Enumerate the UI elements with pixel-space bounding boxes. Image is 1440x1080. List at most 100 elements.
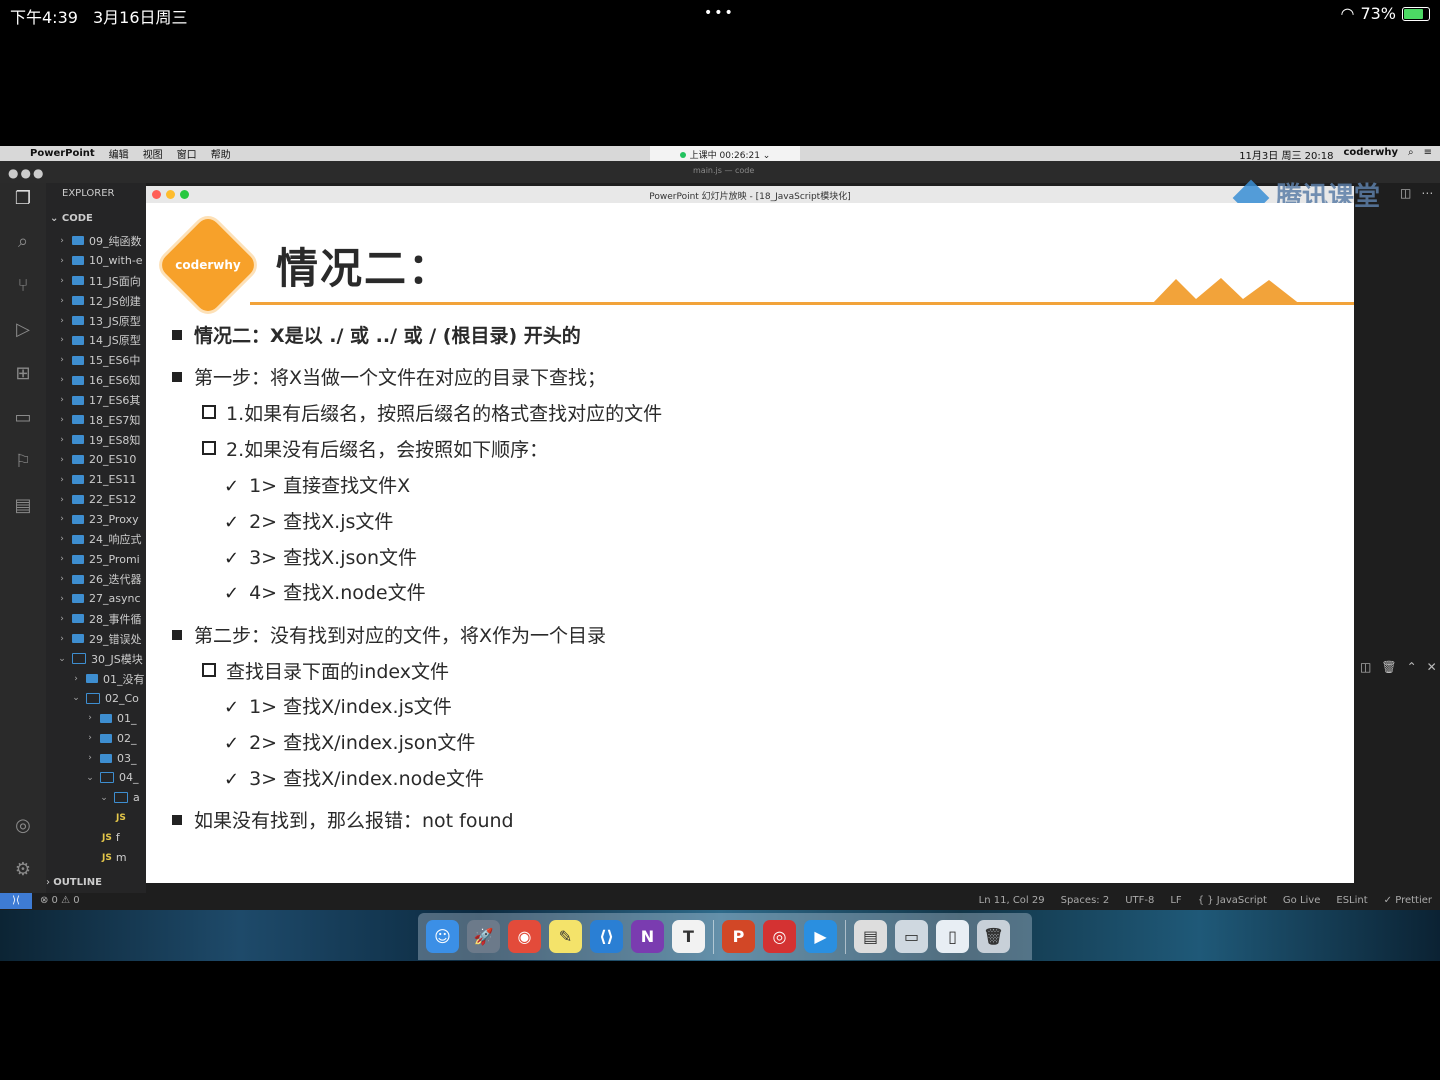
menu-edit[interactable]: 编辑 [109, 146, 129, 161]
tree-item-label: 26_迭代器 [89, 573, 142, 587]
tree-item[interactable]: › 09_纯函数 [46, 231, 145, 251]
eol[interactable]: LF [1170, 895, 1181, 906]
problems-indicator[interactable]: ⊗ 0 ⚠ 0 [40, 895, 80, 906]
slide-line: 如果没有找到，那么报错：not found [172, 806, 514, 833]
tree-item[interactable]: › 12_JS创建 [46, 291, 145, 311]
slide-line-text: 1> 直接查找文件X [249, 475, 411, 497]
multitask-dots[interactable]: ••• [704, 5, 735, 21]
trash-icon[interactable]: 🗑 [977, 920, 1010, 953]
chevron-right-icon: › [60, 275, 64, 286]
tree-item[interactable]: › 11_JS面向 [46, 271, 145, 291]
files-icon[interactable]: ❐ [12, 188, 34, 210]
tree-item[interactable]: › 14_JS原型 [46, 330, 145, 350]
document-icon[interactable]: ▯ [936, 920, 969, 953]
tree-item[interactable]: JS m [46, 848, 145, 868]
chevron-up-icon[interactable]: ⌃ [1407, 660, 1417, 674]
tree-item[interactable]: › 03_ [46, 748, 145, 768]
menu-window[interactable]: 窗口 [177, 146, 197, 161]
onenote-icon[interactable]: N [631, 920, 664, 953]
chevron-right-icon: › [60, 335, 64, 346]
cursor-position[interactable]: Ln 11, Col 29 [979, 895, 1045, 906]
menu-help[interactable]: 帮助 [211, 146, 231, 161]
tree-item[interactable]: › 17_ES6其 [46, 390, 145, 410]
extensions-icon[interactable]: ⊞ [12, 363, 34, 385]
spotlight-icon[interactable]: ⌕ [1408, 147, 1414, 162]
tencent-classroom-icon[interactable]: ▶ [804, 920, 837, 953]
eslint-status[interactable]: ESLint [1336, 895, 1367, 906]
trash-icon[interactable]: 🗑 [1381, 660, 1396, 674]
notes-icon[interactable]: ✎ [549, 920, 582, 953]
chrome-icon[interactable]: ◉ [508, 920, 541, 953]
menubar-datetime[interactable]: 11月3日 周三 20:18 [1239, 147, 1333, 162]
tree-item[interactable]: › 21_ES11 [46, 470, 145, 490]
settings-gear-icon[interactable]: ⚙ [12, 859, 34, 881]
menu-view[interactable]: 视图 [143, 146, 163, 161]
tree-item[interactable]: ⌄ 30_JS模块 [46, 649, 145, 669]
tree-item[interactable]: › 24_响应式 [46, 529, 145, 549]
tree-item[interactable]: › 22_ES12 [46, 490, 145, 510]
more-actions-icon[interactable]: ⋯ [1421, 186, 1433, 200]
tree-item-label: 28_事件循 [89, 612, 142, 626]
workspace-header[interactable]: ⌄ CODE [50, 213, 93, 224]
netease-music-icon[interactable]: ◎ [763, 920, 796, 953]
split-terminal-icon[interactable]: ◫ [1360, 660, 1371, 674]
tree-item[interactable]: › 16_ES6知 [46, 370, 145, 390]
folder-icon[interactable]: ▤ [12, 495, 34, 517]
tree-item[interactable]: ⌄ 04_ [46, 768, 145, 788]
tree-item[interactable]: ⌄ 02_Co [46, 688, 145, 708]
account-icon[interactable]: ◎ [12, 815, 34, 837]
indentation[interactable]: Spaces: 2 [1061, 895, 1110, 906]
finder-icon[interactable]: ☺ [426, 920, 459, 953]
preview-icon[interactable]: ▤ [854, 920, 887, 953]
tree-item[interactable]: › 10_with-e [46, 251, 145, 271]
search-icon[interactable]: ⌕ [12, 231, 34, 253]
close-panel-icon[interactable]: ✕ [1427, 660, 1437, 674]
slide-line: ✓ 2> 查找X/index.json文件 [224, 728, 475, 755]
launchpad-icon[interactable]: 🚀 [467, 920, 500, 953]
folder-icon [72, 375, 84, 385]
window-controls[interactable]: ●●● [8, 166, 45, 180]
tree-item[interactable]: ⌄ a [46, 788, 145, 808]
source-control-icon[interactable]: ⑂ [12, 275, 34, 297]
remote-indicator-icon[interactable]: ⟩⟨ [0, 893, 32, 909]
tree-item[interactable]: › 19_ES8知 [46, 430, 145, 450]
prettier-status[interactable]: ✓ Prettier [1384, 895, 1432, 906]
title-underline [250, 302, 1354, 305]
tree-item[interactable]: › 01_ [46, 708, 145, 728]
screenshot-icon[interactable]: ▭ [895, 920, 928, 953]
tree-item[interactable]: › 26_迭代器 [46, 569, 145, 589]
tree-item[interactable]: › 15_ES6中 [46, 350, 145, 370]
tree-item-label: f [115, 831, 120, 845]
go-live[interactable]: Go Live [1283, 895, 1320, 906]
tree-item[interactable]: JS f [46, 828, 145, 848]
outline-section[interactable]: › OUTLINE [46, 877, 146, 888]
slide-line: 2.如果没有后缀名，会按照如下顺序： [202, 435, 548, 462]
bookmark-icon[interactable]: ⚐ [12, 451, 34, 473]
tree-item[interactable]: › 18_ES7知 [46, 410, 145, 430]
tree-item[interactable]: › 23_Proxy [46, 509, 145, 529]
tree-item[interactable]: › 02_ [46, 728, 145, 748]
vscode-icon[interactable]: ⟨⟩ [590, 920, 623, 953]
encoding[interactable]: UTF-8 [1125, 895, 1154, 906]
ipad-status-bar: 下午4:39 3月16日周三 ••• ◠ 73% [0, 0, 1440, 30]
typora-icon[interactable]: T [672, 920, 705, 953]
tree-item[interactable]: › 29_错误处 [46, 629, 145, 649]
run-debug-icon[interactable]: ▷ [12, 319, 34, 341]
tree-item[interactable]: › 25_Promi [46, 549, 145, 569]
battery-fill [1404, 8, 1423, 19]
language-mode[interactable]: { } JavaScript [1198, 895, 1267, 906]
split-editor-icon[interactable]: ◫ [1400, 186, 1411, 200]
control-center-icon[interactable]: ≡ [1424, 147, 1432, 162]
powerpoint-icon[interactable]: P [722, 920, 755, 953]
chevron-right-icon: › [60, 554, 64, 565]
tree-item[interactable]: › 20_ES10 [46, 450, 145, 470]
tree-item[interactable]: › 28_事件循 [46, 609, 145, 629]
tree-item[interactable]: JS [46, 808, 145, 828]
menu-app-name[interactable]: PowerPoint [30, 148, 95, 159]
tree-item[interactable]: › 13_JS原型 [46, 311, 145, 331]
slide-line: 第二步：没有找到对应的文件，将X作为一个目录 [172, 621, 606, 648]
tree-item[interactable]: › 01_没有 [46, 669, 144, 689]
tree-item[interactable]: › 27_async [46, 589, 145, 609]
menubar-user[interactable]: coderwhy [1343, 147, 1398, 162]
remote-explorer-icon[interactable]: ▭ [12, 407, 34, 429]
